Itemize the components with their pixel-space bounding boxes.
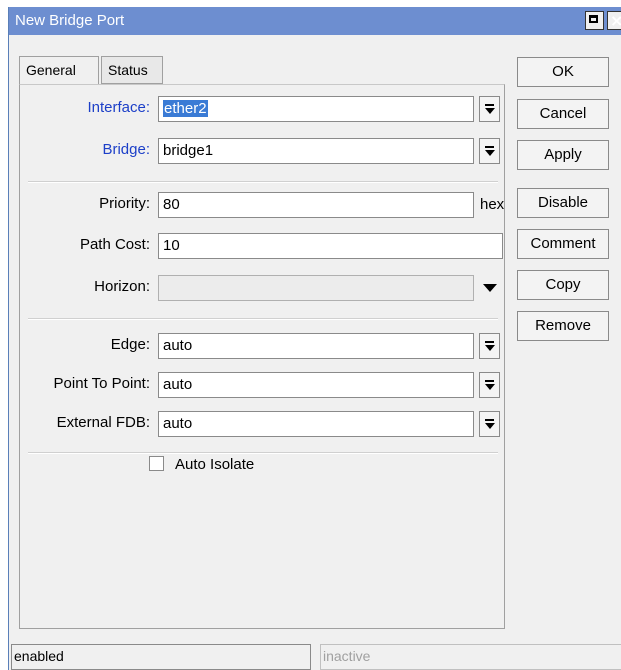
auto-isolate-label[interactable]: Auto Isolate bbox=[175, 456, 254, 473]
horizon-row: Horizon: bbox=[20, 275, 506, 301]
edge-field[interactable]: auto bbox=[158, 333, 474, 359]
cancel-button[interactable]: Cancel bbox=[517, 99, 609, 129]
bridge-field[interactable]: bridge1 bbox=[158, 138, 474, 164]
edge-dropdown-icon[interactable] bbox=[479, 333, 500, 359]
priority-label: Priority: bbox=[99, 195, 150, 212]
path-cost-label: Path Cost: bbox=[79, 236, 150, 253]
priority-row: Priority: 80 hex bbox=[20, 192, 506, 218]
window-title: New Bridge Port bbox=[15, 12, 125, 29]
bridge-label[interactable]: Bridge: bbox=[20, 141, 150, 158]
status-running: inactive bbox=[320, 644, 621, 670]
disable-button[interactable]: Disable bbox=[517, 188, 609, 218]
apply-button[interactable]: Apply bbox=[517, 140, 609, 170]
maximize-icon[interactable] bbox=[585, 11, 604, 30]
comment-button[interactable]: Comment bbox=[517, 229, 609, 259]
path-cost-row: Path Cost: 10 bbox=[20, 233, 506, 259]
bridge-dropdown-icon[interactable] bbox=[479, 138, 500, 164]
dialog-window: New Bridge Port × General Status Interfa… bbox=[8, 7, 621, 670]
general-panel: Interface: ether2 Bridge: bridge1 Priori… bbox=[19, 84, 505, 629]
edge-row: Edge: auto bbox=[20, 333, 506, 359]
tab-status[interactable]: Status bbox=[101, 56, 163, 84]
separator bbox=[28, 452, 498, 454]
bridge-row: Bridge: bridge1 bbox=[20, 138, 506, 164]
external-fdb-field[interactable]: auto bbox=[158, 411, 474, 437]
horizon-label: Horizon: bbox=[94, 278, 150, 295]
separator bbox=[28, 318, 498, 320]
point-to-point-row: Point To Point: auto bbox=[20, 372, 506, 398]
interface-label[interactable]: Interface: bbox=[20, 99, 150, 116]
horizon-field[interactable] bbox=[158, 275, 474, 301]
horizon-expand-icon[interactable] bbox=[483, 284, 497, 292]
external-fdb-row: External FDB: auto bbox=[20, 411, 506, 437]
external-fdb-label: External FDB: bbox=[56, 414, 150, 431]
point-to-point-dropdown-icon[interactable] bbox=[479, 372, 500, 398]
ok-button[interactable]: OK bbox=[517, 57, 609, 87]
close-icon[interactable]: × bbox=[607, 11, 621, 30]
separator bbox=[28, 181, 498, 183]
auto-isolate-checkbox[interactable] bbox=[149, 456, 164, 471]
interface-value: ether2 bbox=[163, 100, 208, 117]
interface-field[interactable]: ether2 bbox=[158, 96, 474, 122]
edge-label: Edge: bbox=[110, 336, 150, 353]
interface-row: Interface: ether2 bbox=[20, 96, 506, 122]
priority-field[interactable]: 80 bbox=[158, 192, 474, 218]
interface-dropdown-icon[interactable] bbox=[479, 96, 500, 122]
copy-button[interactable]: Copy bbox=[517, 270, 609, 300]
path-cost-field[interactable]: 10 bbox=[158, 233, 503, 259]
status-enabled: enabled bbox=[11, 644, 311, 670]
point-to-point-label: Point To Point: bbox=[53, 375, 150, 392]
title-bar[interactable]: New Bridge Port × bbox=[9, 7, 621, 35]
remove-button[interactable]: Remove bbox=[517, 311, 609, 341]
point-to-point-field[interactable]: auto bbox=[158, 372, 474, 398]
tab-general[interactable]: General bbox=[19, 56, 99, 85]
external-fdb-dropdown-icon[interactable] bbox=[479, 411, 500, 437]
priority-suffix: hex bbox=[480, 196, 505, 213]
